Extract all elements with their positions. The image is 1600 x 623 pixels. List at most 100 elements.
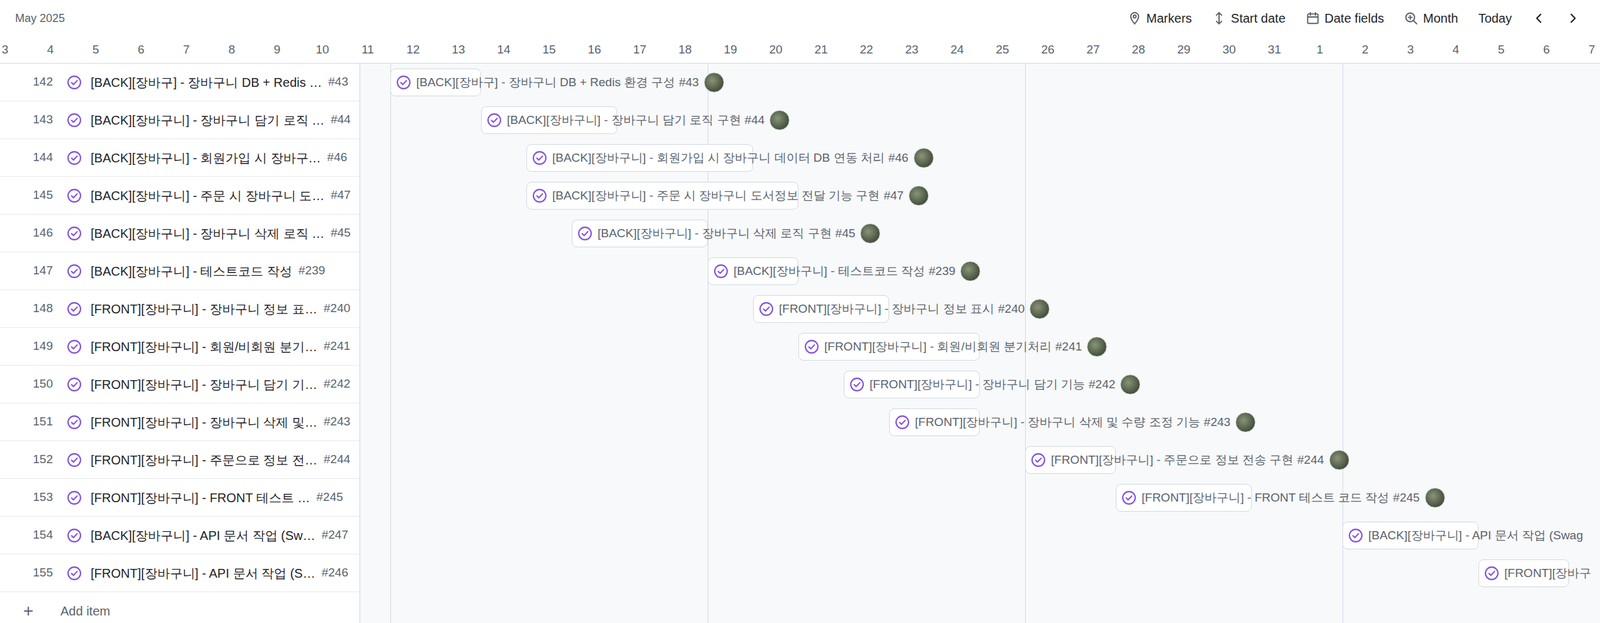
timeline-item[interactable]: [FRONT][장바구니] - 회원/비회원 분기처리#241 bbox=[798, 333, 980, 361]
timeline-item[interactable]: [FRONT][장바구니] - 장바구니 삭제 및 수량 조정 기능#243 bbox=[889, 408, 980, 437]
closed-issue-icon bbox=[804, 339, 820, 355]
assignee-avatar[interactable] bbox=[860, 223, 881, 244]
assignee-avatar[interactable] bbox=[1329, 450, 1350, 471]
item-number: #245 bbox=[316, 488, 344, 507]
item-title[interactable]: [FRONT][장바구니] - FRONT 테스트 … bbox=[90, 488, 311, 508]
item-title[interactable]: [BACK][장바구니] - 회원가입 시 장바구… bbox=[90, 148, 322, 168]
roadmap-item-row[interactable]: 142[BACK][장바구] - 장바구니 DB + Redis …#43 bbox=[0, 63, 360, 102]
closed-issue-icon bbox=[894, 414, 910, 431]
timeline-item[interactable]: [BACK][장바구니] - 테스트코드 작성#239 bbox=[707, 257, 799, 286]
roadmap-item-row[interactable]: 150[FRONT][장바구니] - 장바구니 담기 기…#242 bbox=[0, 365, 360, 404]
item-number: #247 bbox=[321, 526, 349, 545]
assignee-avatar[interactable] bbox=[1424, 487, 1446, 509]
closed-issue-icon bbox=[66, 226, 82, 242]
assignee-avatar[interactable] bbox=[1086, 336, 1107, 358]
item-title[interactable]: [FRONT][장바구니] - 장바구니 담기 기… bbox=[90, 375, 318, 395]
roadmap-item-row[interactable]: 145[BACK][장바구니] - 주문 시 장바구니 도…#47 bbox=[0, 176, 360, 215]
timeline-item[interactable]: [FRONT][장바구니] - 주문으로 정보 전송 구현#244 bbox=[1025, 446, 1116, 475]
assignee-avatar[interactable] bbox=[1029, 299, 1050, 320]
timeline-item[interactable]: [BACK][장바구] - 장바구니 DB + Redis 환경 구성#43 bbox=[390, 68, 482, 97]
assignee-avatar[interactable] bbox=[703, 72, 725, 93]
timeline-item-title: [FRONT][장바구니] - 장바구니 삭제 및 수량 조정 기능 bbox=[914, 413, 1201, 432]
item-title[interactable]: [FRONT][장바구니] - 주문으로 정보 전… bbox=[90, 450, 318, 470]
assignee-avatar[interactable] bbox=[908, 185, 929, 206]
date-label: 21 bbox=[798, 36, 844, 63]
plus-icon: + bbox=[18, 602, 38, 621]
timeline-item-title: [FRONT][장바구니] - FRONT 테스트 코드 작성 bbox=[1141, 489, 1390, 508]
closed-issue-icon bbox=[66, 188, 82, 204]
item-number: #45 bbox=[330, 224, 351, 243]
toolbar-button[interactable]: Date fields bbox=[1300, 6, 1390, 31]
assignee-avatar[interactable] bbox=[1235, 412, 1256, 433]
date-label: 17 bbox=[617, 36, 663, 63]
roadmap-item-row[interactable]: 144[BACK][장바구니] - 회원가입 시 장바구…#46 bbox=[0, 139, 360, 177]
timeline-item-title: [BACK][장바구] - 장바구니 DB + Redis 환경 구성 bbox=[416, 73, 676, 92]
item-title[interactable]: [FRONT][장바구니] - 장바구니 정보 표… bbox=[90, 299, 318, 319]
date-label: 4 bbox=[27, 36, 74, 63]
roadmap-item-row[interactable]: 151[FRONT][장바구니] - 장바구니 삭제 및…#243 bbox=[0, 403, 360, 442]
date-label: 8 bbox=[209, 36, 255, 63]
timeline-item-title: [BACK][장바구니] - 주문 시 장바구니 도서정보 전달 기능 구현 bbox=[552, 187, 880, 206]
item-title[interactable]: [BACK][장바구니] - API 문서 작업 (Sw… bbox=[90, 526, 316, 546]
item-number: #241 bbox=[323, 337, 351, 356]
assignee-avatar[interactable] bbox=[769, 110, 790, 131]
assignee-avatar[interactable] bbox=[1120, 374, 1141, 395]
item-title[interactable]: [BACK][장바구니] - 장바구니 삭제 로직 … bbox=[90, 224, 325, 244]
closed-issue-icon bbox=[66, 112, 82, 128]
toolbar-button[interactable]: Start date bbox=[1207, 6, 1291, 31]
timeline-item[interactable]: [BACK][장바구니] - 회원가입 시 장바구니 데이터 DB 연동 처리#… bbox=[526, 144, 754, 172]
timeline-item-title: [FRONT][장바구니] - 주문으로 정보 전송 구현 bbox=[1050, 451, 1294, 470]
chevron-left-icon bbox=[1531, 11, 1546, 26]
assignee-avatar[interactable] bbox=[913, 147, 934, 169]
timeline-item[interactable]: [BACK][장바구니] - API 문서 작업 (Swag bbox=[1342, 521, 1479, 550]
timeline-item-number: #47 bbox=[883, 187, 904, 206]
roadmap-item-row[interactable]: 153 [FRONT][장바구니] - FRONT 테스트 … #245 bbox=[0, 479, 360, 517]
timeline-item-title: [BACK][장바구니] - 장바구니 삭제 로직 구현 bbox=[597, 224, 832, 244]
toolbar-button[interactable]: Month bbox=[1399, 6, 1464, 31]
timeline-item[interactable]: [BACK][장바구니] - 장바구니 담기 로직 구현#44 bbox=[481, 106, 618, 135]
date-label: 6 bbox=[118, 36, 164, 63]
date-label: 14 bbox=[481, 36, 527, 63]
timeline-item[interactable]: [FRONT][장바구니] - 장바구니 정보 표시#240 bbox=[753, 295, 890, 324]
item-title[interactable]: [FRONT][장바구니] - API 문서 작업 (S… bbox=[90, 564, 316, 584]
today-button[interactable]: Today bbox=[1473, 6, 1517, 31]
add-item-button[interactable]: + Add item bbox=[0, 592, 360, 623]
timeline-item[interactable]: [FRONT][장바구니] - 장바구니 담기 기능#242 bbox=[843, 370, 980, 399]
date-label: 12 bbox=[390, 36, 436, 63]
toolbar-button[interactable]: Markers bbox=[1122, 6, 1198, 31]
item-title[interactable]: [FRONT][장바구니] - 장바구니 삭제 및… bbox=[90, 413, 318, 432]
timeline-item-number: #239 bbox=[928, 262, 956, 281]
closed-issue-icon bbox=[849, 377, 865, 393]
timeline-item[interactable]: [BACK][장바구니] - 주문 시 장바구니 도서정보 전달 기능 구현#4… bbox=[526, 181, 799, 210]
item-title[interactable]: [BACK][장바구니] - 장바구니 담기 로직 … bbox=[90, 110, 325, 130]
item-title[interactable]: [BACK][장바구니] - 주문 시 장바구니 도… bbox=[90, 186, 325, 206]
item-number: #239 bbox=[298, 261, 325, 281]
roadmap-item-row[interactable]: 149[FRONT][장바구니] - 회원/비회원 분기…#241 bbox=[0, 328, 360, 366]
chevron-right-icon bbox=[1565, 11, 1580, 26]
date-label: 2 bbox=[1342, 36, 1388, 63]
roadmap-item-row[interactable]: 152[FRONT][장바구니] - 주문으로 정보 전…#244 bbox=[0, 441, 360, 480]
add-item-label: Add item bbox=[60, 601, 111, 621]
roadmap-item-row[interactable]: 147[BACK][장바구니] - 테스트코드 작성#239 bbox=[0, 252, 360, 291]
row-number: 143 bbox=[0, 110, 53, 130]
roadmap-item-row[interactable]: 143[BACK][장바구니] - 장바구니 담기 로직 …#44 bbox=[0, 101, 360, 140]
roadmap-item-row[interactable]: 148[FRONT][장바구니] - 장바구니 정보 표…#240 bbox=[0, 290, 360, 329]
date-label: 28 bbox=[1115, 36, 1162, 63]
item-title[interactable]: [FRONT][장바구니] - 회원/비회원 분기… bbox=[90, 337, 318, 357]
roadmap-item-row[interactable]: 146[BACK][장바구니] - 장바구니 삭제 로직 …#45 bbox=[0, 214, 360, 253]
item-title[interactable]: [BACK][장바구니] - 테스트코드 작성 bbox=[90, 261, 293, 281]
timeline-item[interactable]: [FRONT][장바구 bbox=[1478, 559, 1570, 588]
timeline-item[interactable]: [BACK][장바구니] - 장바구니 삭제 로직 구현#45 bbox=[571, 219, 708, 248]
closed-issue-icon bbox=[1121, 490, 1137, 506]
assignee-avatar[interactable] bbox=[960, 261, 981, 282]
roadmap-item-row[interactable]: 154[BACK][장바구니] - API 문서 작업 (Sw…#247 bbox=[0, 516, 360, 555]
row-number: 153 bbox=[0, 488, 53, 507]
next-button[interactable] bbox=[1560, 8, 1585, 28]
roadmap-item-row[interactable]: 155[FRONT][장바구니] - API 문서 작업 (S…#246 bbox=[0, 554, 360, 593]
row-number: 148 bbox=[0, 299, 53, 318]
date-label: 3 bbox=[1387, 36, 1434, 63]
toolbar-button-label: Date fields bbox=[1324, 8, 1385, 28]
item-title[interactable]: [BACK][장바구] - 장바구니 DB + Redis … bbox=[90, 73, 322, 92]
previous-button[interactable] bbox=[1526, 8, 1551, 28]
timeline-item[interactable]: [FRONT][장바구니] - FRONT 테스트 코드 작성#245 bbox=[1115, 484, 1252, 512]
